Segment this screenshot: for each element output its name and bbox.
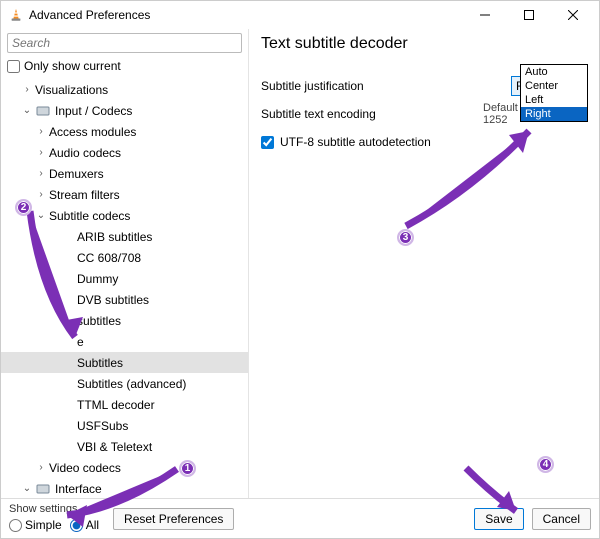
tree-item-arib-subtitles[interactable]: ARIB subtitles: [1, 226, 248, 247]
tree-item-label: Video codecs: [49, 461, 121, 475]
preferences-tree[interactable]: ›Visualizations⌄Input / Codecs›Access mo…: [1, 77, 248, 499]
tree-item-stream-filters[interactable]: ›Stream filters: [1, 184, 248, 205]
simple-radio[interactable]: [9, 519, 22, 532]
tree-item-label: Subtitles: [77, 356, 123, 370]
dropdown-option[interactable]: Center: [521, 79, 587, 93]
tree-item-label: CC 608/708: [77, 251, 141, 265]
category-icon: [35, 103, 51, 119]
show-settings-label: Show settings: [9, 503, 105, 515]
tree-item-label: Audio codecs: [49, 146, 121, 160]
utf8-row: UTF-8 subtitle autodetection: [261, 129, 587, 155]
close-button[interactable]: [551, 1, 595, 29]
tree-item-access-modules[interactable]: ›Access modules: [1, 121, 248, 142]
tree-item-label: Visualizations: [35, 83, 108, 97]
maximize-button[interactable]: [507, 1, 551, 29]
tree-item-label: ARIB subtitles: [77, 230, 152, 244]
tree-item-subtitle-codecs[interactable]: ⌄Subtitle codecs: [1, 205, 248, 226]
tree-item-subtitles[interactable]: Subtitles: [1, 352, 248, 373]
window-title: Advanced Preferences: [29, 8, 463, 22]
cancel-button[interactable]: Cancel: [532, 508, 591, 530]
tree-item-vbi-teletext[interactable]: VBI & Teletext: [1, 436, 248, 457]
titlebar: Advanced Preferences: [1, 1, 599, 29]
only-show-current-row: Only show current: [7, 59, 242, 73]
tree-item-e[interactable]: e: [1, 331, 248, 352]
tree-item-demuxers[interactable]: ›Demuxers: [1, 163, 248, 184]
tree-item-label: Input / Codecs: [55, 104, 132, 118]
tree-item-label: Dummy: [77, 272, 118, 286]
tree-item-label: USFSubs: [77, 419, 128, 433]
chevron-right-icon: ›: [35, 147, 47, 158]
tree-item-label: e: [77, 335, 84, 349]
tree-item-ttml-decoder[interactable]: TTML decoder: [1, 394, 248, 415]
dropdown-option[interactable]: Left: [521, 93, 587, 107]
tree-item-label: Stream filters: [49, 188, 120, 202]
dropdown-option-selected[interactable]: Right: [521, 107, 587, 121]
tree-item-subtitles-advanced-[interactable]: Subtitles (advanced): [1, 373, 248, 394]
sidebar: Only show current ›Visualizations⌄Input …: [1, 29, 249, 499]
chevron-right-icon: ›: [35, 189, 47, 200]
tree-item-cc-608-708[interactable]: CC 608/708: [1, 247, 248, 268]
tree-item-label: Interface: [55, 482, 102, 496]
tree-item-dvb-subtitles[interactable]: DVB subtitles: [1, 289, 248, 310]
dropdown-option[interactable]: Auto: [521, 65, 587, 79]
tree-item-label: VBI & Teletext: [77, 440, 152, 454]
tree-item-audio-codecs[interactable]: ›Audio codecs: [1, 142, 248, 163]
tree-item-dummy[interactable]: Dummy: [1, 268, 248, 289]
tree-item-label: Demuxers: [49, 167, 104, 181]
footer: Show settings Simple All Reset Preferenc…: [1, 498, 599, 538]
chevron-right-icon: ›: [35, 168, 47, 179]
simple-radio-label[interactable]: Simple: [9, 518, 62, 532]
tree-item-subtitles[interactable]: subtitles: [1, 310, 248, 331]
tree-item-label: Access modules: [49, 125, 136, 139]
utf8-label: UTF-8 subtitle autodetection: [280, 135, 431, 149]
tree-item-interface[interactable]: ⌄ Interface: [1, 478, 248, 499]
tree-item-video-codecs[interactable]: ›Video codecs: [1, 457, 248, 478]
minimize-button[interactable]: [463, 1, 507, 29]
chevron-right-icon: ›: [35, 462, 47, 473]
tree-item-usfsubs[interactable]: USFSubs: [1, 415, 248, 436]
chevron-down-icon: ⌄: [21, 483, 33, 494]
annotation-badge-3: 3: [397, 229, 414, 246]
tree-item-label: subtitles: [77, 314, 121, 328]
annotation-badge-4: 4: [537, 456, 554, 473]
reset-button[interactable]: Reset Preferences: [113, 508, 234, 530]
justification-dropdown[interactable]: Auto Center Left Right: [520, 64, 588, 122]
page-title: Text subtitle decoder: [261, 35, 587, 53]
only-show-current-checkbox[interactable]: [7, 60, 20, 73]
tree-item-visualizations[interactable]: ›Visualizations: [1, 79, 248, 100]
tree-item-label: TTML decoder: [77, 398, 155, 412]
annotation-badge-2: 2: [15, 199, 32, 216]
only-show-current-label: Only show current: [24, 59, 121, 73]
chevron-right-icon: ›: [21, 84, 33, 95]
search-input[interactable]: [7, 33, 242, 53]
tree-item-input-codecs[interactable]: ⌄ Input / Codecs: [1, 100, 248, 121]
utf8-checkbox[interactable]: [261, 136, 274, 149]
all-radio[interactable]: [70, 519, 83, 532]
tree-item-label: Subtitles (advanced): [77, 377, 186, 391]
tree-item-label: DVB subtitles: [77, 293, 149, 307]
encoding-label: Subtitle text encoding: [261, 107, 421, 121]
save-button[interactable]: Save: [474, 508, 523, 530]
category-icon: [35, 481, 51, 497]
chevron-right-icon: ›: [35, 126, 47, 137]
annotation-badge-1: 1: [179, 460, 196, 477]
search-container: [7, 33, 242, 53]
all-radio-label[interactable]: All: [70, 518, 99, 532]
tree-item-label: Subtitle codecs: [49, 209, 130, 223]
vlc-app-icon: [9, 8, 23, 22]
chevron-down-icon: ⌄: [21, 105, 33, 116]
chevron-down-icon: ⌄: [35, 210, 47, 221]
justification-label: Subtitle justification: [261, 79, 421, 93]
